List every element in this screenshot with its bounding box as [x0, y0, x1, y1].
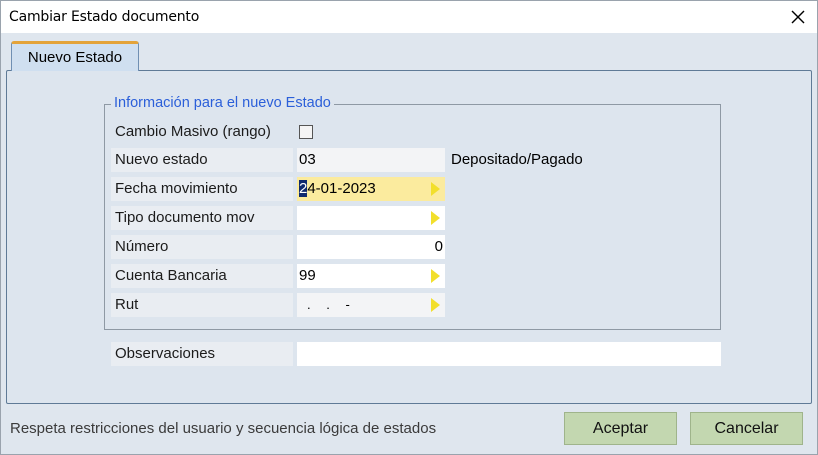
- window-title: Cambiar Estado documento: [9, 9, 200, 25]
- fecha-movimiento-value: 4-01-2023: [307, 180, 376, 197]
- status-message: Respeta restricciones del usuario y secu…: [10, 420, 437, 437]
- observaciones-field[interactable]: [297, 342, 721, 366]
- close-icon: [791, 10, 805, 24]
- title-bar: Cambiar Estado documento: [1, 1, 817, 33]
- cuenta-bancaria-label: Cuenta Bancaria: [111, 264, 293, 288]
- nuevo-estado-label: Nuevo estado: [111, 148, 293, 172]
- nuevo-estado-description: Depositado/Pagado: [451, 151, 583, 168]
- info-group-legend: Información para el nuevo Estado: [111, 95, 334, 111]
- tab-nuevo-estado[interactable]: Nuevo Estado: [11, 41, 139, 71]
- aceptar-button[interactable]: Aceptar: [564, 412, 677, 445]
- close-button[interactable]: [785, 5, 811, 29]
- dialog-window: Cambiar Estado documento Nuevo Estado In…: [0, 0, 818, 455]
- cambio-masivo-label: Cambio Masivo (rango): [115, 123, 271, 140]
- cuenta-bancaria-lov-arrow-icon[interactable]: [431, 269, 440, 283]
- cancelar-button[interactable]: Cancelar: [690, 412, 803, 445]
- cuenta-bancaria-field[interactable]: 99: [297, 264, 445, 288]
- numero-field[interactable]: 0: [297, 235, 445, 259]
- observaciones-label: Observaciones: [111, 342, 293, 366]
- cambio-masivo-checkbox[interactable]: [299, 125, 313, 139]
- tipo-documento-lov-arrow-icon[interactable]: [431, 211, 440, 225]
- rut-field[interactable]: . . -: [297, 293, 445, 317]
- fecha-movimiento-label: Fecha movimiento: [111, 177, 293, 201]
- nuevo-estado-field[interactable]: 03: [297, 148, 445, 172]
- tipo-documento-field[interactable]: [297, 206, 445, 230]
- tipo-documento-label: Tipo documento mov: [111, 206, 293, 230]
- fecha-movimiento-field[interactable]: 24-01-2023: [297, 177, 445, 201]
- rut-label: Rut: [111, 293, 293, 317]
- fecha-lov-arrow-icon[interactable]: [431, 182, 440, 196]
- rut-lov-arrow-icon[interactable]: [431, 298, 440, 312]
- numero-label: Número: [111, 235, 293, 259]
